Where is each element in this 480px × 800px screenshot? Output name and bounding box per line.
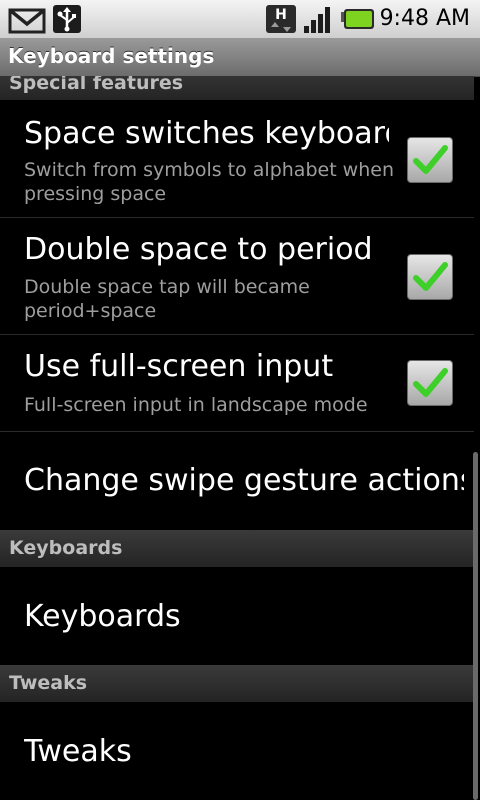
section-header-tweaks: Tweaks xyxy=(0,665,474,702)
check-icon xyxy=(413,145,448,174)
setting-title: Use full-screen input xyxy=(24,349,334,384)
setting-title: Keyboards xyxy=(24,599,181,634)
setting-title: Change swipe gesture actions xyxy=(24,463,464,498)
space-switches-checkbox[interactable] xyxy=(407,137,453,183)
setting-summary: Full-screen input in landscape mode xyxy=(24,394,368,416)
settings-list[interactable]: Special features Space switches keyboard… xyxy=(0,76,480,800)
setting-summary: Switch from symbols to alphabet when pre… xyxy=(24,159,394,205)
setting-row-double-space[interactable]: Double space to period Double space tap … xyxy=(0,218,474,335)
status-bar: H 9:48 AM xyxy=(0,0,480,38)
status-time: 9:48 AM xyxy=(379,6,470,31)
page-title: Keyboard settings xyxy=(8,44,215,68)
fullscreen-checkbox[interactable] xyxy=(407,360,453,406)
setting-row-fullscreen[interactable]: Use full-screen input Full-screen input … xyxy=(0,335,474,432)
scrollbar[interactable] xyxy=(473,452,478,800)
screen: H 9:48 AM Keyboard settings Special feat… xyxy=(0,0,480,800)
hspa-data-icon: H xyxy=(266,5,296,33)
section-header-keyboards: Keyboards xyxy=(0,530,474,567)
signal-icon xyxy=(304,7,330,33)
setting-title: Tweaks xyxy=(24,734,132,769)
gmail-icon xyxy=(8,8,46,34)
setting-row-swipe[interactable]: Change swipe gesture actions xyxy=(0,432,474,530)
setting-title: Space switches keyboard xyxy=(24,116,389,151)
check-icon xyxy=(413,368,448,397)
setting-row-space-switches[interactable]: Space switches keyboard Switch from symb… xyxy=(0,100,474,218)
title-bar: Keyboard settings xyxy=(0,38,480,77)
check-icon xyxy=(413,262,448,291)
usb-icon xyxy=(53,5,81,33)
section-header-special-features: Special features xyxy=(0,76,474,100)
setting-row-keyboards[interactable]: Keyboards xyxy=(0,567,474,665)
setting-title: Double space to period xyxy=(24,232,373,267)
setting-summary: Double space tap will became period+spac… xyxy=(24,276,310,322)
svg-text:H: H xyxy=(275,7,287,23)
battery-icon xyxy=(341,9,374,29)
setting-row-tweaks[interactable]: Tweaks xyxy=(0,702,474,800)
double-space-checkbox[interactable] xyxy=(407,254,453,300)
